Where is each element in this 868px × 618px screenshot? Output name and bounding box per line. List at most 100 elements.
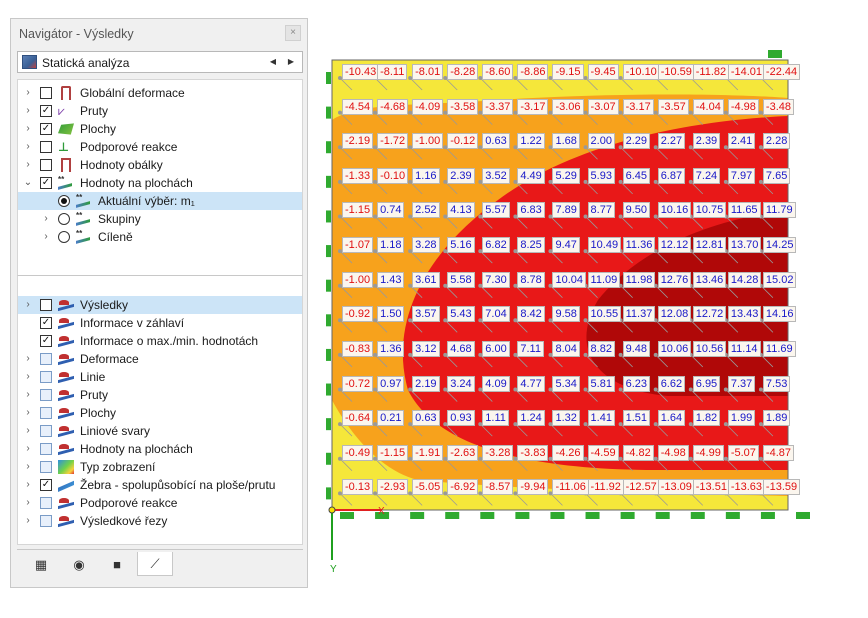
checkbox[interactable]: [40, 407, 52, 419]
checkbox[interactable]: [40, 159, 52, 171]
data-icon[interactable]: ▦: [23, 552, 59, 576]
value-label: 8.82: [587, 340, 615, 357]
tree-item[interactable]: › Hodnoty obálky: [18, 156, 302, 174]
surface-values-icon: **: [58, 176, 74, 190]
checkbox[interactable]: ✓: [40, 123, 52, 135]
value-label: -1.07: [342, 237, 374, 254]
chevron-right-icon[interactable]: ›: [22, 368, 34, 386]
left-support: [326, 106, 331, 119]
tree-item[interactable]: ✓ Informace v záhlaví: [18, 314, 302, 332]
tree-item[interactable]: › ✓ Žebra - spolupůsobící na ploše/prutu: [18, 476, 302, 494]
checkbox[interactable]: [40, 515, 52, 527]
chevron-right-icon[interactable]: ›: [22, 476, 34, 494]
checkbox[interactable]: ✓: [40, 105, 52, 117]
value-label: 7.11: [517, 340, 544, 357]
checkbox[interactable]: [40, 353, 52, 365]
tree-item-label: Výsledkové řezy: [80, 514, 168, 528]
checkbox[interactable]: [40, 461, 52, 473]
value-label: 1.41: [587, 410, 615, 427]
chevron-right-icon[interactable]: ›: [22, 440, 34, 458]
deformation-icon: [61, 86, 71, 100]
left-support: [326, 245, 331, 258]
tree-item[interactable]: › Liniové svary: [18, 422, 302, 440]
value-label: 5.34: [552, 375, 580, 392]
checkbox[interactable]: [40, 371, 52, 383]
value-label: 14.28: [727, 271, 762, 288]
value-label: 2.00: [587, 133, 615, 150]
tree-item[interactable]: › ✓ ⩗ Pruty: [18, 102, 302, 120]
radio-button[interactable]: [58, 231, 70, 243]
value-label: 1.99: [727, 410, 756, 427]
results-tab-icon[interactable]: ⟋: [137, 552, 173, 576]
tree-item[interactable]: › ✓ Plochy: [18, 120, 302, 138]
chevron-right-icon[interactable]: ›: [22, 156, 34, 174]
radio-button[interactable]: [58, 195, 70, 207]
tree-item[interactable]: › Linie: [18, 368, 302, 386]
tree-item-label: Hodnoty obálky: [80, 158, 163, 172]
tree-item[interactable]: › Podporové reakce: [18, 494, 302, 512]
camera-icon[interactable]: ■: [99, 552, 135, 576]
chevron-right-icon[interactable]: ›: [22, 458, 34, 476]
chevron-right-icon[interactable]: ›: [22, 494, 34, 512]
value-label: -14.01: [727, 64, 766, 80]
chevron-right-icon[interactable]: ›: [22, 422, 34, 440]
value-label: -11.82: [692, 64, 730, 80]
origin-point: [328, 506, 336, 514]
value-label: 1.89: [762, 410, 791, 427]
value-label: 7.97: [727, 167, 756, 184]
chevron-right-icon[interactable]: ›: [22, 296, 34, 314]
checkbox[interactable]: [40, 87, 52, 99]
chevron-right-icon[interactable]: ›: [22, 386, 34, 404]
chevron-right-icon[interactable]: ›: [22, 138, 34, 156]
chevron-right-icon[interactable]: ›: [22, 404, 34, 422]
tree-item[interactable]: › Globální deformace: [18, 84, 302, 102]
tree-item[interactable]: › Plochy: [18, 404, 302, 422]
radio-button[interactable]: [58, 213, 70, 225]
checkbox[interactable]: ✓: [40, 479, 52, 491]
tree-item[interactable]: › ⊥ Podporové reakce: [18, 138, 302, 156]
checkbox[interactable]: [40, 141, 52, 153]
results-icon: [58, 514, 74, 528]
value-label: 4.09: [482, 375, 510, 392]
chevron-right-icon[interactable]: ›: [22, 120, 34, 138]
chevron-right-icon[interactable]: ›: [22, 512, 34, 530]
value-label: 11.98: [622, 271, 656, 288]
checkbox[interactable]: ✓: [40, 335, 52, 347]
tree-item[interactable]: › Pruty: [18, 386, 302, 404]
eye-icon[interactable]: ◉: [61, 552, 97, 576]
tree-item[interactable]: › Deformace: [18, 350, 302, 368]
chevron-right-icon[interactable]: ›: [22, 102, 34, 120]
tree-item[interactable]: ✓ Informace o max./min. hodnotách: [18, 332, 302, 350]
checkbox[interactable]: ✓: [40, 317, 52, 329]
envelope-icon: [61, 158, 71, 172]
tree-item[interactable]: › Výsledkové řezy: [18, 512, 302, 530]
chevron-down-icon[interactable]: ⌄: [22, 174, 34, 192]
chevron-right-icon[interactable]: ›: [40, 228, 52, 246]
tree-item[interactable]: ** Aktuální výběr: m₁: [18, 192, 302, 210]
tree-item[interactable]: ⌄ ✓ ** Hodnoty na plochách: [18, 174, 302, 192]
tree-item[interactable]: › ** Cíleně: [18, 228, 302, 246]
tree-item[interactable]: › Typ zobrazení: [18, 458, 302, 476]
next-icon[interactable]: ▶: [284, 55, 298, 69]
value-label: 6.00: [482, 340, 510, 357]
value-label: -8.11: [377, 64, 408, 80]
checkbox[interactable]: [40, 425, 52, 437]
tree-item[interactable]: › Hodnoty na plochách: [18, 440, 302, 458]
analysis-type-select[interactable]: Statická analýza ◀ ▶: [17, 51, 303, 73]
tree-item[interactable]: › ** Skupiny: [18, 210, 302, 228]
tree-item[interactable]: › Výsledky: [18, 296, 302, 314]
checkbox[interactable]: [40, 299, 52, 311]
chevron-right-icon[interactable]: ›: [22, 84, 34, 102]
previous-icon[interactable]: ◀: [266, 55, 280, 69]
chevron-right-icon[interactable]: ›: [40, 210, 52, 228]
checkbox[interactable]: [40, 497, 52, 509]
close-icon[interactable]: ×: [285, 25, 301, 41]
chevron-right-icon[interactable]: ›: [22, 350, 34, 368]
checkbox[interactable]: [40, 389, 52, 401]
tree-item-label: Žebra - spolupůsobící na ploše/prutu: [80, 478, 276, 492]
value-label: 13.70: [727, 237, 762, 254]
model-canvas[interactable]: XY -10.43 -8.11 -8.01 -8.28 -8.60 -8.86 -9.15-…: [318, 40, 868, 615]
checkbox[interactable]: [40, 443, 52, 455]
surface-result-plot: XY: [326, 50, 810, 575]
checkbox[interactable]: ✓: [40, 177, 52, 189]
